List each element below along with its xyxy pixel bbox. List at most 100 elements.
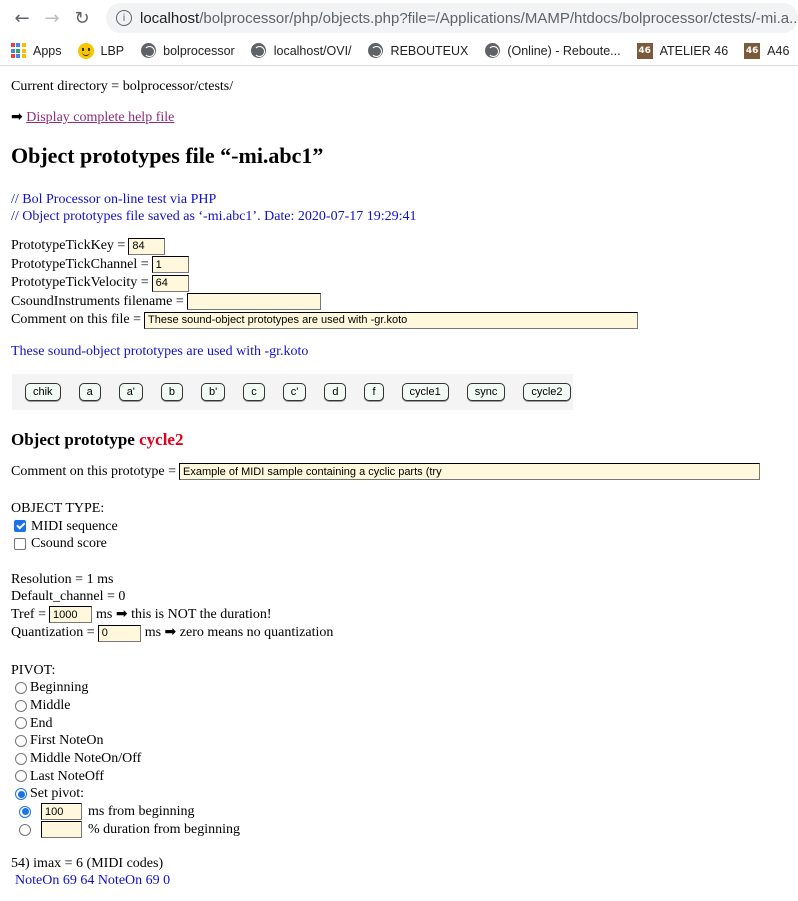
csound-filename-label: CsoundInstruments filename = [11,293,184,309]
radio-button[interactable] [15,752,27,765]
prototype-comment-label: Comment on this prototype = [11,463,176,479]
pivot-option-label: Beginning [30,680,89,696]
tick-velocity-input[interactable] [151,274,189,292]
midi-codes-section: 54) imax = 6 (MIDI codes) NoteOn 69 64 N… [11,855,787,889]
radio-button[interactable] [15,770,27,783]
csound-filename-input[interactable] [186,293,321,311]
file-comment-input[interactable] [144,311,638,329]
set-pivot-percent-input[interactable] [41,821,82,839]
help-link[interactable]: Display complete help file [26,110,174,125]
csound-score-checkbox[interactable] [14,537,26,550]
radio-button[interactable] [15,699,27,712]
pivot-option-beginning[interactable]: Beginning [11,679,787,697]
pivot-option-first-noteon[interactable]: First NoteOn [11,732,787,750]
midi-sequence-option[interactable]: MIDI sequence [11,518,787,536]
csound-score-option[interactable]: Csound score [11,535,787,553]
radio-button[interactable] [19,823,31,836]
tick-velocity-label: PrototypeTickVelocity = [11,275,149,291]
prototype-button-c[interactable]: c [243,382,265,401]
bookmark-label: LBP [100,43,125,58]
pivot-option-last-noteoff[interactable]: Last NoteOff [11,768,787,786]
pivot-option-set-pivot[interactable]: Set pivot: [11,785,787,803]
globe-icon [484,43,500,59]
set-pivot-percent-option[interactable]: % duration from beginning [11,821,787,839]
bookmark-lbp[interactable]: LBP [77,42,125,59]
comment-line: // Object prototypes file saved as ‘-mi.… [11,209,417,224]
bookmark-bolprocessor[interactable]: bolprocessor [140,43,235,59]
atelier-icon: 46 [744,42,761,59]
pivot-option-label: First NoteOn [30,733,104,749]
csound-score-label: Csound score [31,536,107,551]
quantization-note: ms ➡ zero means no quantization [144,625,334,641]
prototype-button-d[interactable]: d [324,382,347,401]
radio-button[interactable] [19,805,31,818]
quantization-input[interactable] [97,624,141,642]
prototype-button-cycle2[interactable]: cycle2 [523,382,571,401]
bookmark-online-rebouteux[interactable]: (Online) - Reboute... [484,43,621,59]
prototype-heading-prefix: Object prototype [11,429,135,449]
pivot-option-label: Last NoteOff [30,768,104,784]
radio-button[interactable] [15,788,27,801]
prototype-button-c-prime[interactable]: c' [282,382,307,401]
prototype-button-b-prime[interactable]: b' [201,382,226,401]
bookmark-apps[interactable]: Apps [10,43,62,59]
object-type-label: OBJECT TYPE: [11,501,105,516]
imax-line: 54) imax = 6 (MIDI codes) [11,856,164,872]
tick-key-input[interactable] [128,237,166,255]
tick-channel-label: PrototypeTickChannel = [11,256,149,272]
file-comment-label: Comment on this file = [11,312,141,328]
bookmark-localhost-ovi[interactable]: localhost/OVI/ [251,43,352,59]
set-pivot-percent-label: % duration from beginning [88,821,241,837]
apps-grid-icon [10,43,26,59]
bookmark-label: localhost/OVI/ [273,43,352,58]
tref-input[interactable] [49,606,92,624]
browser-toolbar: ← → ↻ i localhost/bolprocessor/php/objec… [0,0,798,36]
radio-button[interactable] [15,735,27,748]
pivot-option-end[interactable]: End [11,715,787,733]
globe-icon [251,43,267,59]
page-title: Object prototypes file “-mi.abc1” [11,143,324,168]
site-info-icon[interactable]: i [116,10,132,26]
help-line: ➡ Display complete help file [11,109,787,126]
reload-icon[interactable]: ↻ [68,4,96,32]
set-pivot-ms-label: ms from beginning [88,804,195,820]
radio-button[interactable] [15,682,27,695]
midi-codes: NoteOn 69 64 NoteOn 69 0 [15,873,171,889]
bookmark-label: A46 [767,43,790,58]
prototype-buttons-bar: chik a a' b b' c c' d f cycle1 sync cycl… [12,373,573,410]
pivot-option-label: Middle [30,697,71,713]
set-pivot-ms-input[interactable] [41,803,82,821]
tick-channel-input[interactable] [151,256,189,274]
current-directory: Current directory = bolprocessor/ctests/ [11,79,234,94]
globe-icon [368,43,384,59]
set-pivot-ms-option[interactable]: ms from beginning [11,803,787,821]
timing-parameters: Resolution = 1 ms Default_channel = 0 Tr… [11,571,787,643]
quantization-label: Quantization = [11,625,95,641]
pivot-option-middle-noteonoff[interactable]: Middle NoteOn/Off [11,750,787,768]
pivot-option-label: Middle NoteOn/Off [30,750,142,766]
prototype-comment-input[interactable] [179,463,760,481]
bookmarks-bar: Apps LBP bolprocessor localhost/OVI/ REB… [0,36,798,66]
prototype-button-b[interactable]: b [160,382,184,401]
radio-button[interactable] [15,717,27,730]
atelier-icon: 46 [636,42,653,59]
prototype-button-sync[interactable]: sync [466,382,506,401]
prototype-button-a-prime[interactable]: a' [118,382,143,401]
pivot-option-middle[interactable]: Middle [11,697,787,715]
bookmark-atelier-46[interactable]: 46 ATELIER 46 [636,42,728,59]
midi-sequence-checkbox[interactable] [14,520,26,533]
prototype-button-chik[interactable]: chik [25,382,61,401]
prototype-name: cycle2 [139,429,184,449]
pivot-option-label: End [30,715,53,731]
globe-icon [140,43,156,59]
prototype-button-cycle1[interactable]: cycle1 [401,382,449,401]
bookmark-rebouteux[interactable]: REBOUTEUX [368,43,468,59]
back-arrow-icon[interactable]: ← [8,4,36,32]
prototype-button-f[interactable]: f [364,382,384,401]
bookmark-a46[interactable]: 46 A46 [744,42,790,59]
prototype-button-a[interactable]: a [78,382,101,401]
address-bar[interactable]: i localhost/bolprocessor/php/objects.php… [106,3,798,33]
forward-arrow-icon[interactable]: → [38,4,66,32]
default-channel-text: Default_channel = 0 [11,589,126,604]
tref-note: ms ➡ this is NOT the duration! [96,606,272,622]
